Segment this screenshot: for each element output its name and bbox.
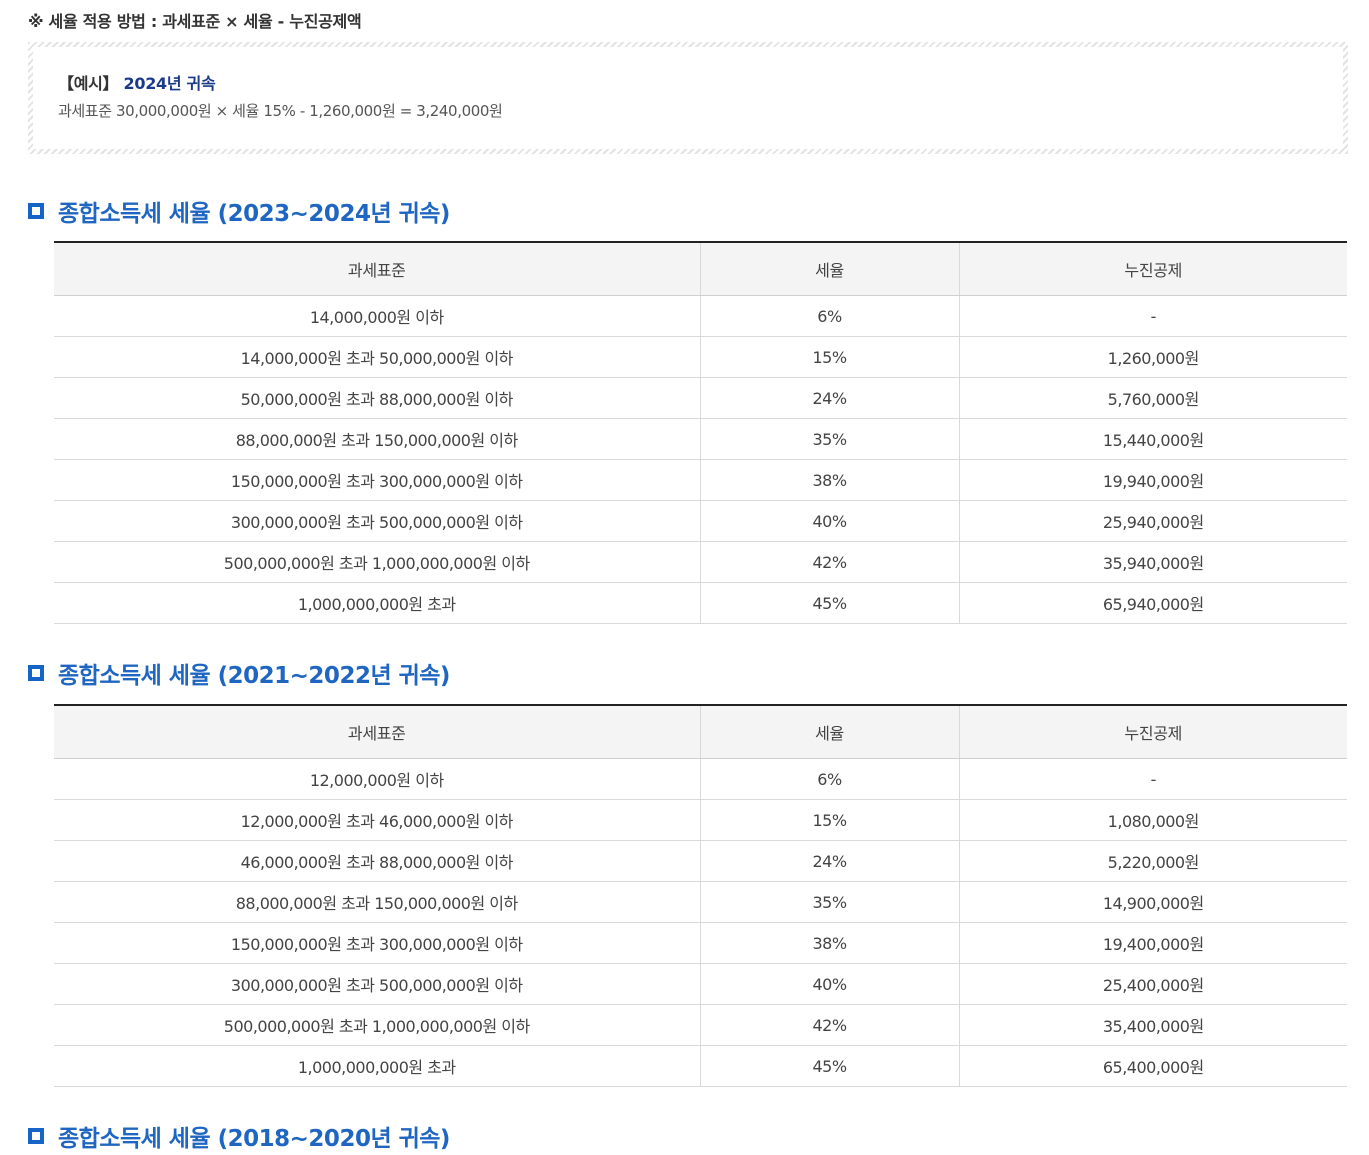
cell-tax-base: 50,000,000원 초과 88,000,000원 이하 <box>54 377 700 419</box>
table-row: 300,000,000원 초과 500,000,000원 이하 40% 25,400… <box>54 963 1347 1005</box>
square-bullet-icon <box>28 203 44 219</box>
section-title: 종합소득세 세율 (2023~2024년 귀속) <box>58 201 450 227</box>
cell-tax-rate: 24% <box>699 840 959 882</box>
example-title: 【예시】 2024년 귀속 <box>58 73 1343 95</box>
cell-tax-rate: 15% <box>699 336 959 378</box>
cell-tax-base: 300,000,000원 초과 500,000,000원 이하 <box>54 500 700 542</box>
table-row: 500,000,000원 초과 1,000,000,000원 이하 42% 35,4… <box>54 1004 1347 1046</box>
cell-deduction: 5,760,000원 <box>958 377 1347 419</box>
cell-deduction: 35,940,000원 <box>958 541 1347 583</box>
cell-deduction: 25,940,000원 <box>958 500 1347 542</box>
cell-tax-base: 300,000,000원 초과 500,000,000원 이하 <box>54 963 700 1005</box>
header-tax-rate: 세율 <box>699 704 959 759</box>
cell-tax-base: 46,000,000원 초과 88,000,000원 이하 <box>54 840 700 882</box>
table-row: 150,000,000원 초과 300,000,000원 이하 38% 19,940… <box>54 459 1347 501</box>
cell-tax-rate: 40% <box>699 500 959 542</box>
example-bracket-label: 【예시】 <box>58 74 119 93</box>
cell-deduction: 1,080,000원 <box>958 799 1347 841</box>
cell-tax-base: 12,000,000원 초과 46,000,000원 이하 <box>54 799 700 841</box>
section-2023-2024: 종합소득세 세율 (2023~2024년 귀속) <box>28 193 1348 229</box>
square-bullet-icon <box>28 665 44 681</box>
section-2018-2020: 종합소득세 세율 (2018~2020년 귀속) <box>28 1118 1348 1154</box>
table-header-row: 과세표준 세율 누진공제 <box>54 241 1347 296</box>
cell-tax-rate: 40% <box>699 963 959 1005</box>
table-row: 46,000,000원 초과 88,000,000원 이하 24% 5,220,00… <box>54 840 1347 882</box>
cell-tax-base: 12,000,000원 이하 <box>54 758 700 800</box>
example-year-label: 2024년 귀속 <box>123 74 216 93</box>
cell-tax-base: 88,000,000원 초과 150,000,000원 이하 <box>54 881 700 923</box>
cell-deduction: 19,940,000원 <box>958 459 1347 501</box>
cell-tax-base: 150,000,000원 초과 300,000,000원 이하 <box>54 922 700 964</box>
cell-tax-rate: 15% <box>699 799 959 841</box>
cell-tax-base: 14,000,000원 이하 <box>54 295 700 337</box>
section-title: 종합소득세 세율 (2018~2020년 귀속) <box>58 1126 450 1152</box>
cell-tax-rate: 35% <box>699 418 959 460</box>
table-row: 12,000,000원 이하 6% - <box>54 758 1347 800</box>
cell-tax-base: 14,000,000원 초과 50,000,000원 이하 <box>54 336 700 378</box>
table-row: 12,000,000원 초과 46,000,000원 이하 15% 1,080,00… <box>54 799 1347 841</box>
cell-deduction: 65,400,000원 <box>958 1045 1347 1087</box>
table-row: 1,000,000,000원 초과 45% 65,400,000원 <box>54 1045 1347 1087</box>
table-row: 14,000,000원 이하 6% - <box>54 295 1347 337</box>
section-2021-2022: 종합소득세 세율 (2021~2022년 귀속) <box>28 655 1348 691</box>
table-row: 150,000,000원 초과 300,000,000원 이하 38% 19,400… <box>54 922 1347 964</box>
cell-tax-rate: 6% <box>699 295 959 337</box>
table-row: 500,000,000원 초과 1,000,000,000원 이하 42% 35,9… <box>54 541 1347 583</box>
example-content: 【예시】 2024년 귀속 과세표준 30,000,000원 × 세율 15% … <box>33 47 1343 149</box>
table-row: 50,000,000원 초과 88,000,000원 이하 24% 5,760,00… <box>54 377 1347 419</box>
cell-deduction: 25,400,000원 <box>958 963 1347 1005</box>
square-bullet-icon <box>28 1128 44 1144</box>
table-row: 14,000,000원 초과 50,000,000원 이하 15% 1,260,00… <box>54 336 1347 378</box>
cell-deduction: 15,440,000원 <box>958 418 1347 460</box>
header-tax-base: 과세표준 <box>54 704 700 759</box>
table-row: 300,000,000원 초과 500,000,000원 이하 40% 25,940… <box>54 500 1347 542</box>
cell-deduction: - <box>958 295 1347 337</box>
cell-tax-base: 150,000,000원 초과 300,000,000원 이하 <box>54 459 700 501</box>
cell-tax-rate: 42% <box>699 1004 959 1046</box>
cell-tax-rate: 24% <box>699 377 959 419</box>
cell-deduction: 14,900,000원 <box>958 881 1347 923</box>
tax-rate-table-2023-2024: 과세표준 세율 누진공제 14,000,000원 이하 6% - 14,000,00… <box>54 241 1347 624</box>
cell-deduction: - <box>958 758 1347 800</box>
section-title: 종합소득세 세율 (2021~2022년 귀속) <box>58 663 450 689</box>
cell-deduction: 19,400,000원 <box>958 922 1347 964</box>
cell-tax-base: 500,000,000원 초과 1,000,000,000원 이하 <box>54 541 700 583</box>
header-progressive-deduction: 누진공제 <box>958 241 1347 296</box>
section-heading: 종합소득세 세율 (2021~2022년 귀속) <box>28 655 1348 691</box>
cell-tax-rate: 42% <box>699 541 959 583</box>
table-row: 88,000,000원 초과 150,000,000원 이하 35% 15,440,… <box>54 418 1347 460</box>
cell-tax-base: 88,000,000원 초과 150,000,000원 이하 <box>54 418 700 460</box>
header-tax-base: 과세표준 <box>54 241 700 296</box>
example-box: 【예시】 2024년 귀속 과세표준 30,000,000원 × 세율 15% … <box>28 42 1348 154</box>
cell-tax-rate: 6% <box>699 758 959 800</box>
cell-deduction: 35,400,000원 <box>958 1004 1347 1046</box>
section-heading: 종합소득세 세율 (2023~2024년 귀속) <box>28 193 1348 229</box>
header-tax-rate: 세율 <box>699 241 959 296</box>
cell-deduction: 65,940,000원 <box>958 582 1347 624</box>
section-heading: 종합소득세 세율 (2018~2020년 귀속) <box>28 1118 1348 1154</box>
cell-tax-rate: 45% <box>699 582 959 624</box>
example-formula: 과세표준 30,000,000원 × 세율 15% - 1,260,000원 =… <box>58 102 503 120</box>
cell-tax-rate: 38% <box>699 922 959 964</box>
cell-tax-base: 500,000,000원 초과 1,000,000,000원 이하 <box>54 1004 700 1046</box>
tax-method-note: ※ 세율 적용 방법 : 과세표준 × 세율 - 누진공제액 <box>28 12 362 31</box>
cell-tax-rate: 35% <box>699 881 959 923</box>
cell-tax-rate: 38% <box>699 459 959 501</box>
tax-rate-table-2021-2022: 과세표준 세율 누진공제 12,000,000원 이하 6% - 12,000,00… <box>54 704 1347 1087</box>
table-header-row: 과세표준 세율 누진공제 <box>54 704 1347 759</box>
table-row: 88,000,000원 초과 150,000,000원 이하 35% 14,900,… <box>54 881 1347 923</box>
cell-tax-rate: 45% <box>699 1045 959 1087</box>
cell-tax-base: 1,000,000,000원 초과 <box>54 582 700 624</box>
cell-tax-base: 1,000,000,000원 초과 <box>54 1045 700 1087</box>
table-row: 1,000,000,000원 초과 45% 65,940,000원 <box>54 582 1347 624</box>
header-progressive-deduction: 누진공제 <box>958 704 1347 759</box>
cell-deduction: 1,260,000원 <box>958 336 1347 378</box>
cell-deduction: 5,220,000원 <box>958 840 1347 882</box>
